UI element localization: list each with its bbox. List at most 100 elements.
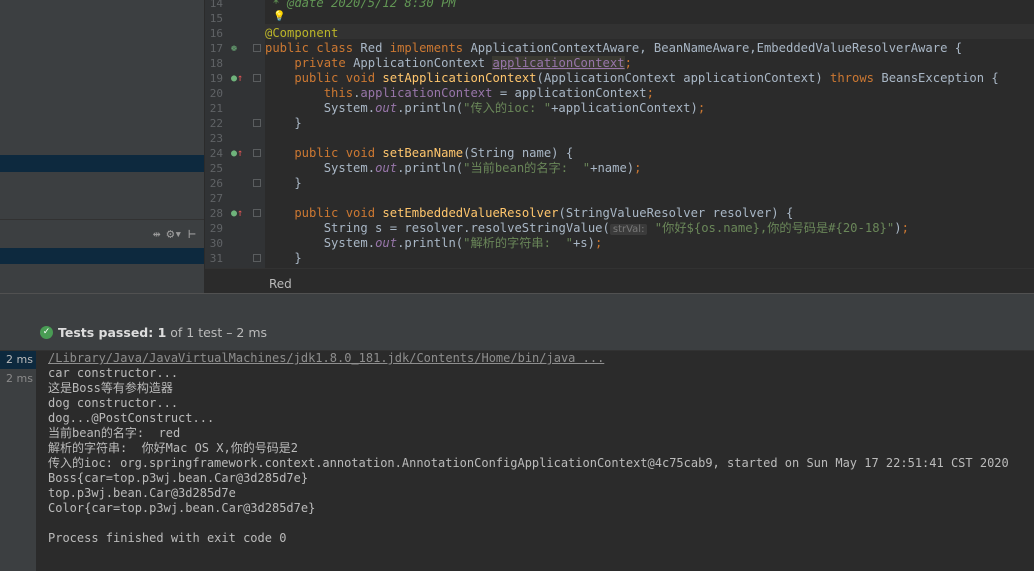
- class-ref: System.: [265, 236, 376, 250]
- line-number: 15: [209, 12, 223, 25]
- editor-gutter: 14 15 16 17 18 19 20 21 22 23 24 25 26 2…: [205, 0, 285, 268]
- line-number: 18: [209, 57, 223, 70]
- status-count: 1: [157, 325, 167, 340]
- fold-marker[interactable]: [253, 149, 261, 157]
- console-line: 传入的ioc: org.springframework.context.anno…: [48, 456, 1009, 470]
- test-tree-item[interactable]: 2 ms: [0, 351, 36, 369]
- line-number: 22: [209, 117, 223, 130]
- keyword: this: [265, 86, 354, 100]
- console-output[interactable]: /Library/Java/JavaVirtualMachines/jdk1.8…: [36, 351, 1034, 571]
- fold-marker[interactable]: [253, 44, 261, 52]
- project-tree-selected-row[interactable]: [0, 155, 204, 172]
- gear-icon[interactable]: ⚙▾: [167, 227, 183, 242]
- parameter-hint: strVal:: [609, 224, 648, 235]
- bulb-icon[interactable]: 💡: [273, 9, 285, 24]
- implement-icon[interactable]: ●↑: [231, 206, 243, 221]
- class-ref: System.: [265, 161, 376, 175]
- field-name: applicationContext: [492, 56, 625, 70]
- semicolon: ;: [624, 56, 632, 70]
- line-number: 29: [209, 222, 223, 235]
- breadcrumb-item-class[interactable]: Red: [269, 277, 292, 291]
- call: .println(: [397, 161, 464, 175]
- current-line-highlight: [265, 24, 1034, 39]
- fold-marker[interactable]: [253, 254, 261, 262]
- params: (StringValueResolver resolver) {: [558, 206, 794, 220]
- fold-marker[interactable]: [253, 179, 261, 187]
- code-line-21: System.out.println("传入的ioc: "+applicatio…: [265, 101, 705, 116]
- code-editor[interactable]: 14 15 16 17 18 19 20 21 22 23 24 25 26 2…: [205, 0, 1034, 268]
- annotation: @Component: [265, 26, 339, 40]
- test-status: ✓ Tests passed: 1 of 1 test – 2 ms: [40, 325, 267, 340]
- collapse-icon[interactable]: ⊢: [188, 227, 196, 242]
- expr: +applicationContext): [551, 101, 698, 115]
- semicolon: ;: [594, 236, 603, 250]
- status-suffix: of 1 test – 2 ms: [166, 325, 268, 340]
- implement-icon[interactable]: ●↑: [231, 146, 243, 161]
- params: (String name) {: [463, 146, 574, 160]
- fold-marker[interactable]: [253, 209, 261, 217]
- line-number: 30: [209, 237, 223, 250]
- exception: BeansException {: [881, 71, 999, 85]
- expr: +name): [590, 161, 635, 175]
- line-number: 27: [209, 192, 223, 205]
- code-line-30: System.out.println("解析的字符串: "+s);: [265, 236, 603, 251]
- semicolon: ;: [697, 101, 706, 115]
- tool-window-divider[interactable]: [0, 293, 1034, 320]
- doc-comment: * @date 2020/5/12 8:30 PM: [265, 0, 456, 10]
- string-literal: "传入的ioc: ": [463, 101, 552, 115]
- semicolon: ;: [646, 86, 654, 100]
- call: .println(: [397, 236, 464, 250]
- code-line-24: public void setBeanName(String name) {: [265, 146, 573, 161]
- line-number: 14: [209, 0, 223, 10]
- static-field: out: [375, 236, 398, 250]
- bean-icon[interactable]: ❁: [231, 41, 237, 56]
- static-field: out: [375, 161, 398, 175]
- status-prefix: Tests passed:: [58, 325, 158, 340]
- line-number: 21: [209, 102, 223, 115]
- test-status-text: Tests passed: 1 of 1 test – 2 ms: [58, 325, 267, 340]
- code-line-22: }: [265, 116, 302, 130]
- line-number: 31: [209, 252, 223, 265]
- code-line-16: @Component: [265, 26, 338, 41]
- console-line-command[interactable]: /Library/Java/JavaVirtualMachines/jdk1.8…: [48, 351, 604, 366]
- code-line-26: }: [265, 176, 302, 190]
- console-line: Boss{car=top.p3wj.bean.Car@3d285d7e}: [48, 471, 309, 485]
- line-number: 19: [209, 72, 223, 85]
- test-tree-item[interactable]: 2 ms: [0, 371, 36, 387]
- code-line-18: private ApplicationContext applicationCo…: [265, 56, 632, 71]
- expand-icon[interactable]: ⇹: [153, 227, 161, 242]
- console-line: dog constructor...: [48, 396, 179, 410]
- keyword: public void: [265, 146, 383, 160]
- line-number: 20: [209, 87, 223, 100]
- keyword: implements: [389, 41, 471, 55]
- line-number: 28: [209, 207, 223, 220]
- console-line: 这是Boss等有参构造器: [48, 381, 173, 395]
- line-number: 16: [209, 27, 223, 40]
- semicolon: ;: [901, 221, 909, 235]
- keyword: public void: [265, 71, 383, 85]
- class-name: Red: [360, 41, 390, 55]
- project-tree-selected-row-2[interactable]: [0, 248, 204, 264]
- fold-marker[interactable]: [253, 119, 261, 127]
- code-line-17: public class Red implements ApplicationC…: [265, 41, 962, 56]
- code-line-20: this.applicationContext = applicationCon…: [265, 86, 654, 101]
- console-line: car constructor...: [48, 366, 179, 380]
- type: ApplicationContext: [353, 56, 493, 70]
- code-line-28: public void setEmbeddedValueResolver(Str…: [265, 206, 793, 221]
- class-ref: System.: [265, 101, 376, 115]
- method-name: setEmbeddedValueResolver: [382, 206, 559, 220]
- console-line: dog...@PostConstruct...: [48, 411, 215, 425]
- line-number: 25: [209, 162, 223, 175]
- static-field: out: [375, 101, 398, 115]
- check-circle-icon: ✓: [40, 326, 53, 339]
- fold-marker[interactable]: [253, 74, 261, 82]
- expr: +s): [572, 236, 595, 250]
- call: .println(: [397, 101, 464, 115]
- panel-divider: [0, 219, 204, 220]
- statement: String s = resolver.resolveStringValue(: [265, 221, 610, 235]
- keyword: throws: [830, 71, 882, 85]
- line-number: 17: [209, 42, 223, 55]
- code-line-14: * @date 2020/5/12 8:30 PM: [265, 0, 456, 11]
- implement-icon[interactable]: ●↑: [231, 71, 243, 86]
- code-line-29: String s = resolver.resolveStringValue(s…: [265, 221, 909, 237]
